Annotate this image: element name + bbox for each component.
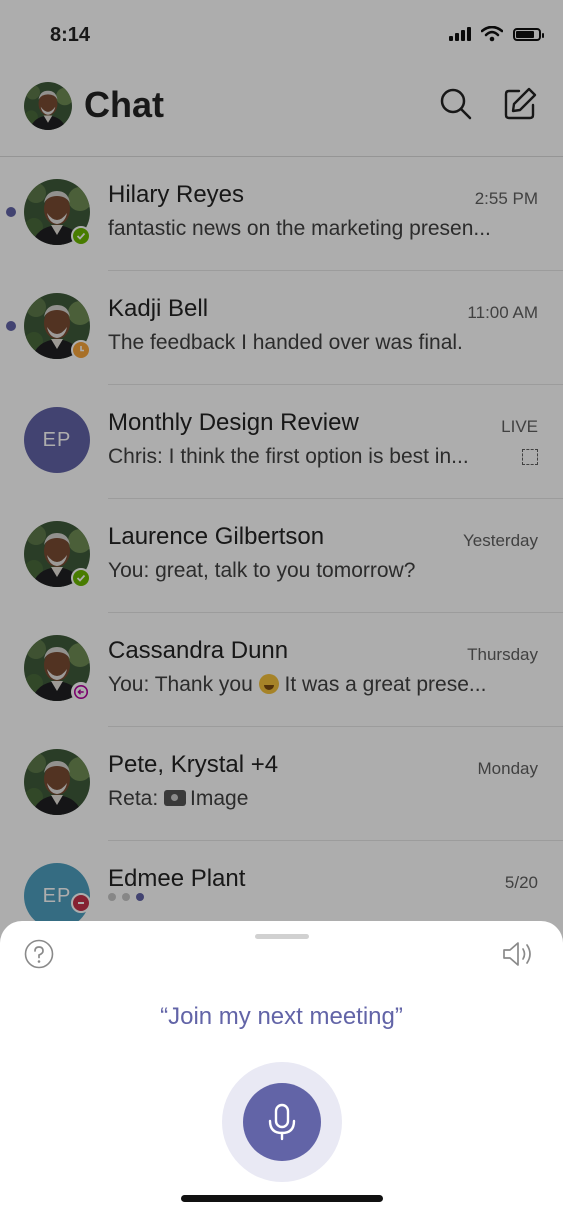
chat-screen: 8:14 Chat Hilary Reyes 2:55 PM fantastic… [0,0,563,1219]
help-button[interactable] [24,939,54,969]
microphone-icon [268,1103,296,1141]
speaker-icon [503,942,531,966]
speaker-button[interactable] [501,939,537,969]
help-icon [24,939,54,969]
home-indicator[interactable] [181,1195,383,1202]
drag-handle[interactable] [255,934,309,939]
voice-assistant-sheet: “Join my next meeting” [0,921,563,1219]
voice-suggestion: “Join my next meeting” [160,1003,403,1030]
microphone-button[interactable] [243,1083,321,1161]
